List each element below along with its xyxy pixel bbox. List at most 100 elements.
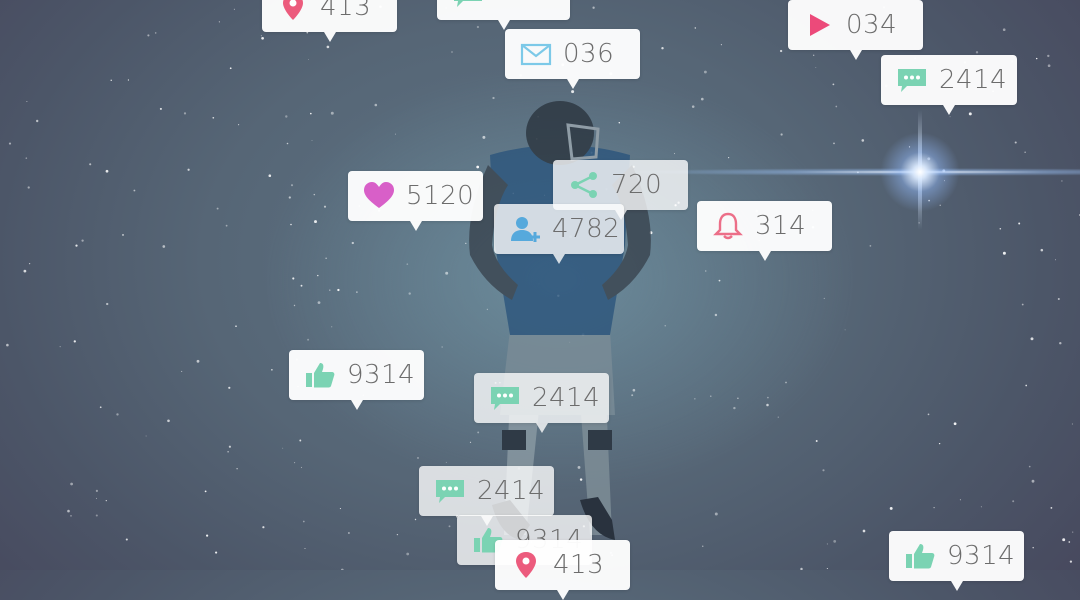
star <box>300 466 303 469</box>
star <box>36 119 39 123</box>
star <box>1069 560 1073 563</box>
star <box>777 416 779 418</box>
notification-count: 034 <box>846 10 898 40</box>
star <box>1059 341 1062 345</box>
speech-bubble-icon <box>454 0 482 7</box>
star <box>293 304 296 307</box>
star <box>154 32 157 34</box>
star <box>225 224 228 227</box>
star <box>181 370 183 372</box>
notification-bubble: 314 <box>697 201 832 261</box>
star <box>1072 531 1074 533</box>
notification-bubble: 2414 <box>881 55 1017 115</box>
star <box>330 111 334 115</box>
star <box>261 36 264 40</box>
star <box>766 403 769 407</box>
notification-count: 2414 <box>477 476 546 506</box>
star <box>271 369 273 371</box>
star <box>1055 259 1056 261</box>
star <box>187 168 190 171</box>
star <box>714 512 718 516</box>
star <box>1071 423 1073 425</box>
star <box>832 83 835 86</box>
notification-bubble: 720 <box>553 160 688 220</box>
player-helmet <box>526 101 594 165</box>
page: { "scene": { "subject": "american-footba… <box>0 0 1080 600</box>
star <box>145 435 147 437</box>
notification-bubble <box>437 0 570 30</box>
star <box>290 184 294 187</box>
star <box>767 396 769 399</box>
star <box>861 139 865 142</box>
star <box>1032 546 1034 549</box>
star <box>823 297 825 299</box>
star <box>1002 28 1006 32</box>
star <box>1028 465 1031 468</box>
star <box>159 107 162 110</box>
star <box>1014 141 1017 144</box>
star <box>975 51 979 54</box>
star <box>737 397 739 399</box>
star <box>826 543 828 545</box>
bell-icon <box>713 212 743 240</box>
star <box>304 547 306 550</box>
star <box>290 223 292 226</box>
star <box>815 440 818 442</box>
star <box>1002 251 1006 255</box>
star <box>999 228 1002 230</box>
play-icon <box>810 14 830 36</box>
star <box>329 289 331 291</box>
star <box>70 482 73 486</box>
share-icon <box>571 172 597 198</box>
star <box>196 359 200 363</box>
star <box>718 279 721 282</box>
star <box>968 112 972 116</box>
player-left-sock <box>502 430 526 450</box>
star <box>356 291 358 293</box>
star <box>105 499 107 502</box>
star <box>122 233 124 236</box>
star <box>106 302 109 306</box>
star <box>306 31 309 34</box>
star <box>833 540 837 543</box>
star <box>228 386 231 389</box>
star <box>592 6 595 9</box>
star <box>844 329 846 331</box>
star <box>216 207 219 210</box>
notification-count: 2414 <box>532 383 601 413</box>
star <box>288 196 291 199</box>
heart-icon <box>364 182 394 208</box>
star <box>822 469 825 472</box>
star <box>75 244 78 247</box>
star <box>889 506 893 510</box>
star <box>325 257 327 259</box>
star <box>347 532 350 534</box>
star <box>59 345 61 348</box>
star <box>1050 506 1053 509</box>
star <box>6 343 9 347</box>
star <box>1024 151 1026 153</box>
star <box>714 313 718 317</box>
star <box>980 506 982 508</box>
star <box>307 338 310 341</box>
notification-bubble: 2414 <box>474 373 609 433</box>
star <box>694 27 697 29</box>
star <box>927 413 930 416</box>
star <box>1025 384 1028 387</box>
star <box>162 245 166 248</box>
star <box>314 220 317 224</box>
notification-bubble: 4782 <box>494 204 624 264</box>
notification-bubble: 9314 <box>289 350 424 410</box>
notification-bubble: 413 <box>262 0 397 42</box>
location-pin-icon <box>516 552 536 578</box>
star <box>300 284 303 287</box>
star <box>28 262 31 265</box>
star <box>218 21 220 23</box>
star <box>233 8 235 10</box>
star <box>953 422 957 426</box>
star <box>133 189 136 192</box>
star <box>785 381 787 384</box>
star <box>339 508 341 510</box>
star <box>949 116 951 118</box>
star <box>1047 54 1050 58</box>
